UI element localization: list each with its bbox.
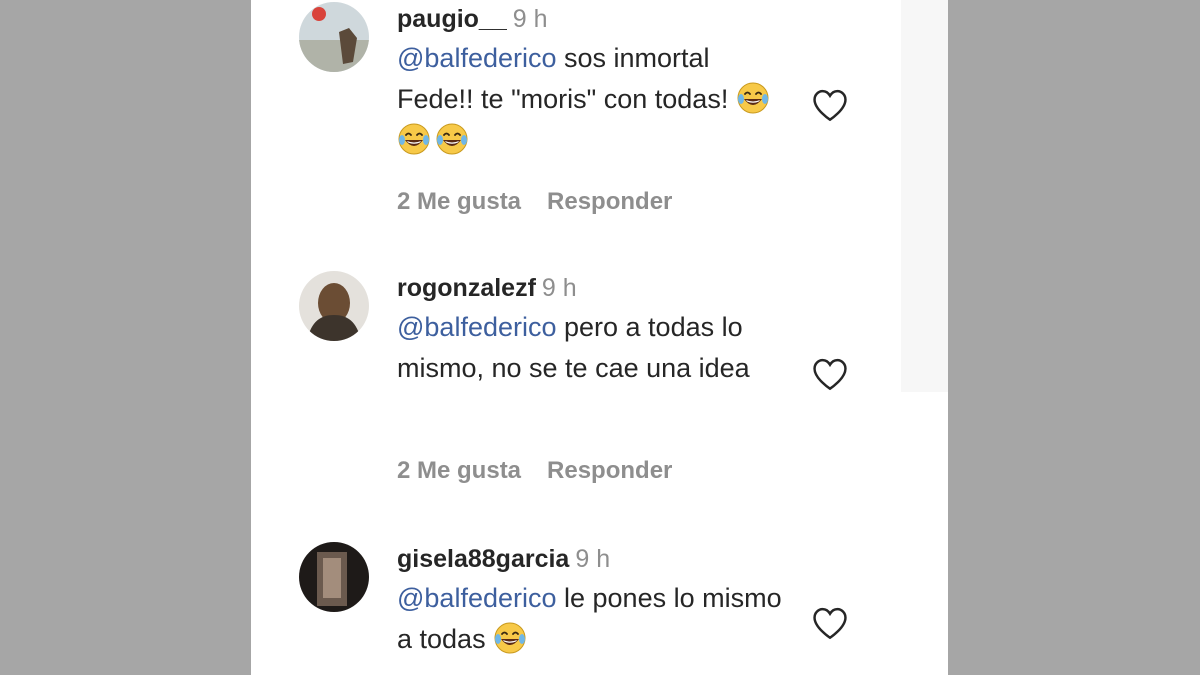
comment-time: 9 h xyxy=(541,274,577,302)
reply-button[interactable]: Responder xyxy=(547,457,672,484)
likes-count[interactable]: 2 Me gusta xyxy=(397,457,521,484)
comments-panel: paugio__ 9 h @balfederico sos inmortal Fe… xyxy=(251,0,948,675)
comment-text: @balfederico le pones lo mismo a todas xyxy=(397,578,792,660)
laughing-crying-emoji-icon xyxy=(398,123,430,155)
comment-text: @balfederico sos inmortal Fede!! te "mor… xyxy=(397,38,792,161)
laughing-crying-emoji-icon xyxy=(494,622,526,654)
comment-time: 9 h xyxy=(575,545,611,573)
heart-icon[interactable] xyxy=(811,88,849,122)
comment-username[interactable]: rogonzalezf xyxy=(397,274,536,302)
side-scroll-area xyxy=(901,0,948,392)
comment-text: @balfederico pero a todas lo mismo, no s… xyxy=(397,307,792,389)
avatar[interactable] xyxy=(299,542,369,612)
avatar[interactable] xyxy=(299,2,369,72)
mention-link[interactable]: @balfederico xyxy=(397,583,557,613)
heart-icon[interactable] xyxy=(811,606,849,640)
comment-username[interactable]: paugio__ xyxy=(397,5,507,33)
reply-button[interactable]: Responder xyxy=(547,188,672,215)
emoji-group xyxy=(493,622,531,654)
comment-time: 9 h xyxy=(512,5,548,33)
avatar[interactable] xyxy=(299,271,369,341)
mention-link[interactable]: @balfederico xyxy=(397,43,557,73)
laughing-crying-emoji-icon xyxy=(436,123,468,155)
mention-link[interactable]: @balfederico xyxy=(397,312,557,342)
comment-username[interactable]: gisela88garcia xyxy=(397,545,569,573)
laughing-crying-emoji-icon xyxy=(737,82,769,114)
likes-count[interactable]: 2 Me gusta xyxy=(397,188,521,215)
heart-icon[interactable] xyxy=(811,357,849,391)
